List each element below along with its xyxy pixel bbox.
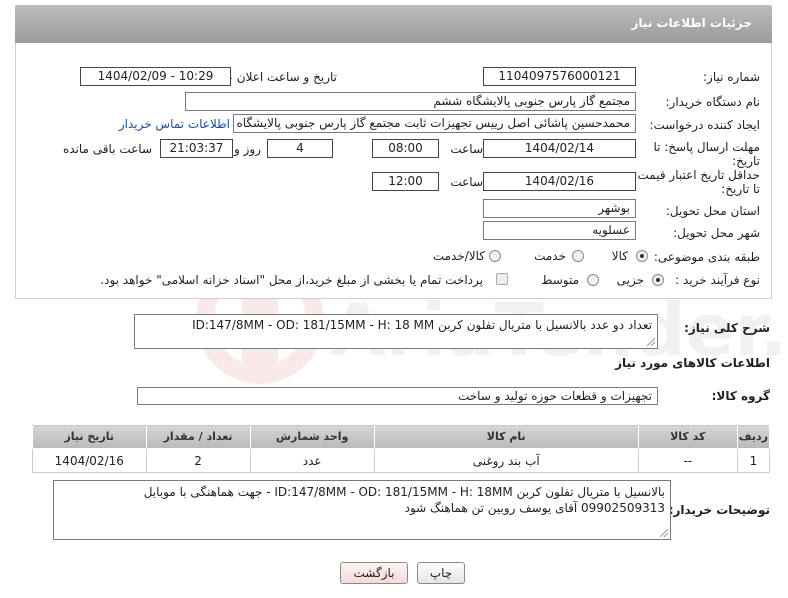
price-validity-date-field: 1404/02/16 [483,172,636,191]
category-label: طبقه بندی موضوعی: [653,250,760,264]
goods-group-label: گروه کالا: [711,389,770,403]
buyer-org-label: نام دستگاه خریدار: [665,95,761,109]
print-button[interactable]: چاپ [417,562,465,584]
description-label: شرح کلی نیاز: [684,321,770,335]
requester-field: محمدحسین پاشائی اصل رییس تجهیزات ثابت مج… [233,114,636,133]
col-row-header: ردیف [736,424,771,449]
col-date-header: تاریخ نیاز [32,424,147,449]
table-header-row: ردیف کد کالا نام کالا واحد شمارش تعداد /… [32,424,771,449]
price-validity-label-line1: حداقل تاریخ اعتبار قیمت: [633,168,760,182]
deadline-time-label: ساعت [450,142,483,156]
category-option-goods: کالا [611,249,628,263]
buyer-contact-link[interactable]: اطلاعات تماس خریدار [119,117,230,131]
panel-title: جزئیات اطلاعات نیاز [631,16,752,30]
cell-row: 1 [736,448,771,473]
table-row[interactable]: 1 -- آب بند روغنی عدد 2 1404/02/16 [32,448,771,473]
remaining-label: ساعت باقی مانده [62,142,152,156]
description-field: تعداد دو عدد بالانسیل با متریال تفلون کر… [134,314,658,349]
panel-header: جزئیات اطلاعات نیاز [15,5,772,43]
need-number-field: 1104097576000121 [483,67,636,86]
process-option-minor: جزیی [616,273,644,287]
category-option-service: خدمت [534,249,566,263]
delivery-province-label: استان محل تحویل: [665,204,760,218]
days-label: روز و [234,142,261,156]
remaining-time-field: 21:03:37 [160,139,233,158]
col-qty-header: تعداد / مقدار [145,424,251,449]
deadline-label-line2: تاریخ: [732,154,760,168]
cell-date: 1404/02/16 [32,448,147,473]
price-validity-label-line2: تا تاریخ: [721,182,760,196]
price-validity-time-field: 12:00 [372,172,439,191]
delivery-city-field: عسلویه [483,221,636,240]
cell-qty: 2 [145,448,251,473]
buyer-notes-label: توضیحات خریدار: [668,503,770,517]
buyer-notes-text: بالانسیل با متریال تفلون کربن ID:147/8MM… [143,485,665,515]
price-validity-time-label: ساعت [450,175,483,189]
category-radio-goods[interactable] [636,250,648,262]
process-option-medium: متوسط [541,273,579,287]
process-radio-minor[interactable] [652,274,664,286]
buyer-notes-field: بالانسیل با متریال تفلون کربن ID:147/8MM… [53,480,671,540]
cell-name: آب بند روغنی [373,448,639,473]
category-option-goods-service: کالا/خدمت [432,249,485,263]
deadline-date-field: 1404/02/14 [483,139,636,158]
requester-label: ایجاد کننده درخواست: [649,118,760,132]
delivery-province-field: بوشهر [483,199,636,218]
purchase-process-label: نوع فرآیند خرید : [675,273,760,287]
col-unit-header: واحد شمارش [249,424,375,449]
delivery-city-label: شهر محل تحویل: [673,226,760,240]
back-button[interactable]: بازگشت [340,562,408,584]
deadline-time-field: 08:00 [372,139,439,158]
description-text: تعداد دو عدد بالانسیل با متریال تفلون کر… [192,318,652,332]
treasury-payment-checkbox[interactable] [496,273,508,285]
goods-info-title: اطلاعات کالاهای مورد نیاز [615,356,770,370]
goods-group-field: تجهیزات و قطعات حوزه تولید و ساخت [137,387,658,405]
announce-date-field: 1404/02/09 - 10:29 [80,67,231,86]
remaining-days-field: 4 [267,139,333,158]
need-number-label: شماره نیاز: [703,70,760,84]
notes-resize-handle[interactable] [660,529,668,537]
col-name-header: نام کالا [373,424,639,449]
items-table: ردیف کد کالا نام کالا واحد شمارش تعداد /… [32,424,771,473]
treasury-payment-note: پرداخت تمام یا بخشی از مبلغ خرید،از محل … [100,273,483,287]
col-code-header: کد کالا [637,424,738,449]
buyer-org-field: مجتمع گاز پارس جنوبی پالایشگاه ششم [185,92,636,111]
process-radio-medium[interactable] [587,274,599,286]
deadline-label-line1: مهلت ارسال پاسخ: تا [653,140,760,154]
cell-unit: عدد [249,448,375,473]
cell-code: -- [637,448,738,473]
category-radio-goods-service[interactable] [489,250,501,262]
resize-handle[interactable] [647,338,655,346]
category-radio-service[interactable] [572,250,584,262]
